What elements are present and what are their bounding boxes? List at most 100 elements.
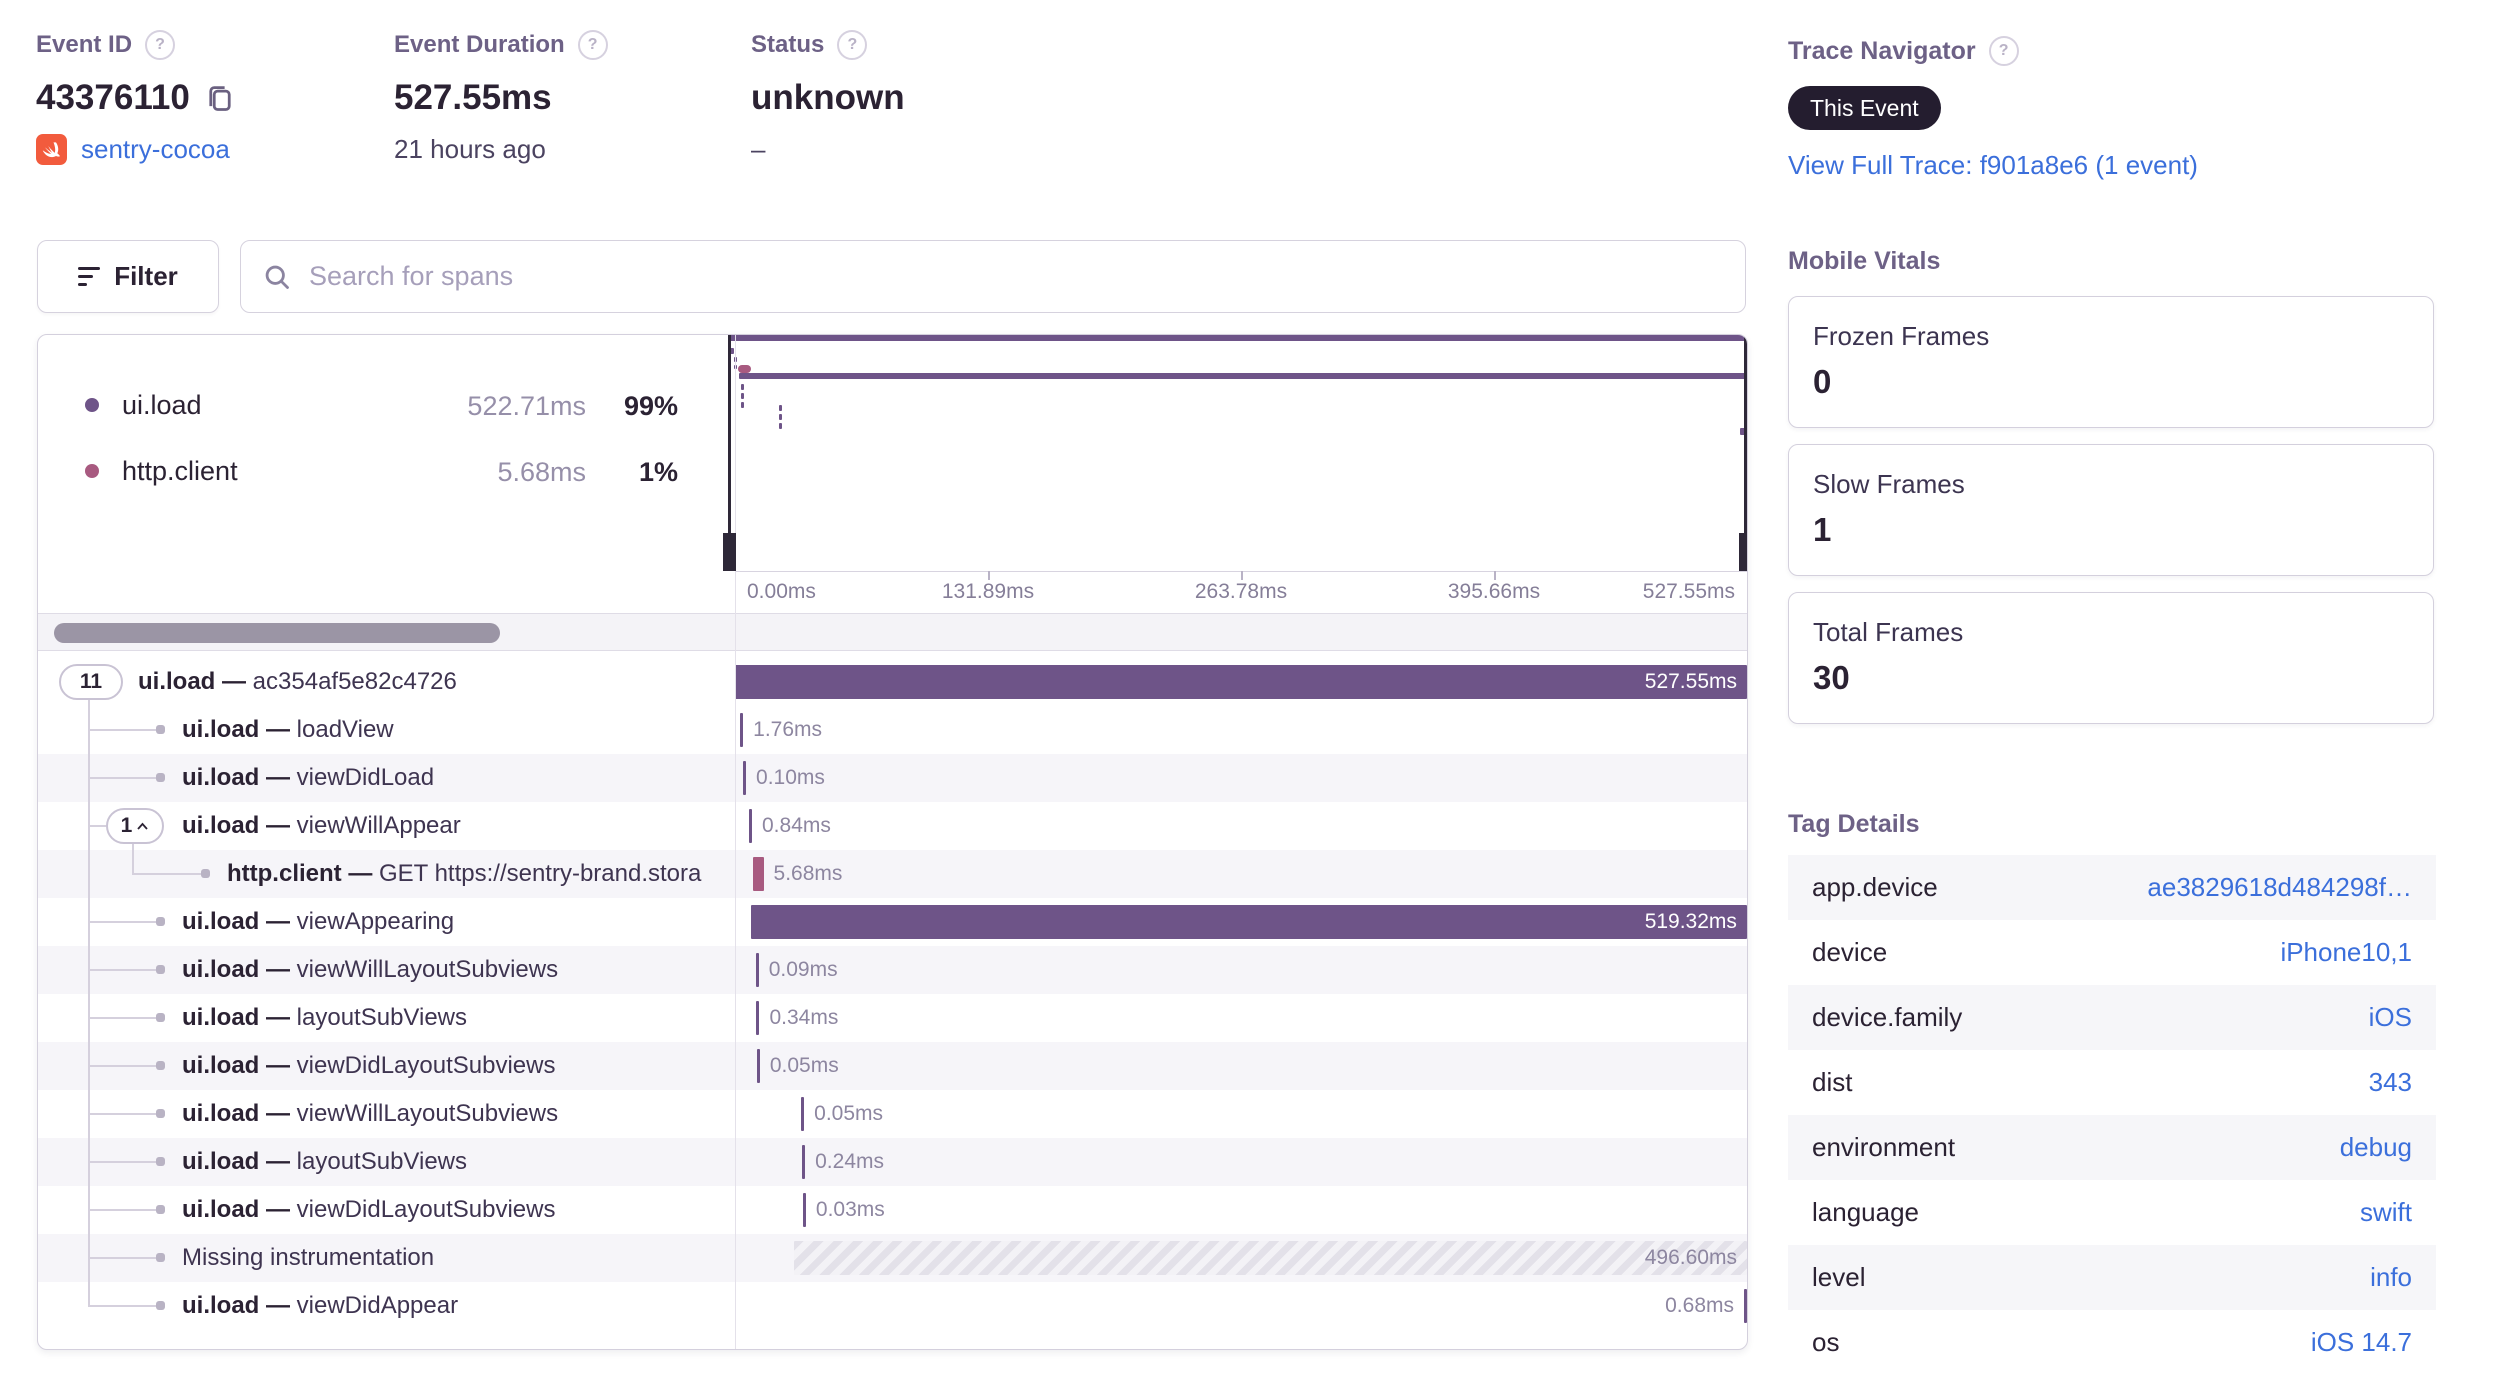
tree-connector-dot: [156, 725, 165, 734]
span-tree-row[interactable]: ui.load — viewWillLayoutSubviews 0.09ms: [38, 946, 1747, 994]
span-bar[interactable]: [1744, 1289, 1747, 1323]
axis-tick-label: 527.55ms: [1642, 580, 1735, 603]
span-tree-row[interactable]: Missing instrumentation 496.60ms: [38, 1234, 1747, 1282]
tree-connector-dot: [156, 1013, 165, 1022]
span-duration-label: 519.32ms: [1644, 910, 1737, 933]
span-label: ui.load — layoutSubViews: [182, 1148, 468, 1175]
tag-value-link[interactable]: iOS: [2369, 1002, 2412, 1033]
minimap-right-handle-grip[interactable]: [1739, 533, 1747, 571]
span-waterfall-card: ui.load 522.71ms 99% http.client 5.68ms 1% 0.…: [37, 334, 1748, 1350]
span-tree-row[interactable]: ui.load — viewDidLayoutSubviews 0.05ms: [38, 1042, 1747, 1090]
search-input[interactable]: [307, 260, 1723, 293]
this-event-badge: This Event: [1788, 86, 1941, 130]
span-tree-row[interactable]: ui.load — layoutSubViews 0.24ms: [38, 1138, 1747, 1186]
vital-label: Slow Frames: [1813, 469, 1965, 499]
span-tree-row[interactable]: http.client — GET https://sentry-brand.s…: [38, 850, 1747, 898]
axis-tick-mark: [1494, 571, 1496, 580]
span-duration-label: 0.09ms: [768, 958, 838, 981]
status-section: Status ? unknown –: [751, 30, 905, 165]
tag-key: level: [1812, 1262, 1866, 1292]
span-tree-row[interactable]: ui.load — viewWillLayoutSubviews 0.05ms: [38, 1090, 1747, 1138]
tag-row: device iPhone10,1: [1788, 920, 2436, 985]
tree-scrollbar-track[interactable]: [38, 613, 1747, 651]
span-bar[interactable]: [756, 1001, 760, 1035]
tree-connector-dot: [156, 1061, 165, 1070]
project-link[interactable]: sentry-cocoa: [81, 134, 230, 165]
event-id-label: Event ID: [36, 31, 133, 58]
tree-connector-stub: [88, 777, 158, 779]
axis-tick-label: 0.00ms: [747, 580, 816, 603]
event-time-ago: 21 hours ago: [394, 134, 546, 164]
minimap-span: [741, 384, 744, 390]
span-bar[interactable]: [756, 1049, 760, 1083]
axis-tick-mark: [988, 571, 990, 580]
span-bar[interactable]: 519.32ms: [750, 905, 1747, 939]
tag-key: os: [1812, 1327, 1840, 1357]
span-bar[interactable]: [749, 809, 752, 843]
tree-connector-stub: [88, 1305, 158, 1307]
tag-value-link[interactable]: info: [2370, 1262, 2412, 1293]
tag-value-link[interactable]: swift: [2360, 1197, 2412, 1228]
span-tree-row[interactable]: ui.load — layoutSubViews 0.34ms: [38, 994, 1747, 1042]
span-bar[interactable]: [802, 1193, 806, 1227]
span-duration-label: 0.10ms: [756, 766, 825, 789]
span-duration-label: 496.60ms: [1644, 1246, 1737, 1269]
copy-icon[interactable]: [206, 83, 234, 113]
span-label: ui.load — viewDidAppear: [182, 1292, 459, 1319]
span-bar[interactable]: [802, 1145, 806, 1179]
span-label: ui.load — viewDidLoad: [182, 764, 435, 791]
help-icon[interactable]: ?: [1988, 36, 2019, 66]
tag-key: device.family: [1812, 1002, 1963, 1032]
chevron-up-icon: [137, 822, 149, 830]
span-bar[interactable]: [755, 953, 759, 987]
span-bar[interactable]: [739, 713, 744, 747]
span-tree-row[interactable]: 1 ui.load — viewWillAppear 0.84ms: [38, 802, 1747, 850]
minimap-left-handle-grip[interactable]: [723, 533, 736, 571]
tag-value-link[interactable]: debug: [2340, 1132, 2412, 1163]
span-bar[interactable]: [743, 761, 747, 795]
tree-connector-dot: [156, 917, 165, 926]
axis-tick-label: 131.89ms: [941, 580, 1035, 603]
vital-card: Frozen Frames 0: [1788, 296, 2434, 428]
tag-value-link[interactable]: iOS 14.7: [2311, 1327, 2412, 1358]
span-tree-row[interactable]: 11 ui.load — ac354af5e82c4726 527.55ms: [38, 658, 1747, 706]
span-tree-row[interactable]: ui.load — viewDidLoad 0.10ms: [38, 754, 1747, 802]
span-bar[interactable]: 496.60ms: [794, 1241, 1747, 1275]
span-bar[interactable]: [801, 1097, 805, 1131]
span-tree-row[interactable]: ui.load — viewAppearing 519.32ms: [38, 898, 1747, 946]
span-bar[interactable]: 527.55ms: [735, 665, 1747, 699]
span-tree: 11 ui.load — ac354af5e82c4726 527.55ms ui.l…: [38, 658, 1747, 1330]
tree-connector-dot: [156, 773, 165, 782]
tag-value-link[interactable]: ae3829618d484298f…: [2147, 872, 2412, 903]
help-icon[interactable]: ?: [837, 30, 868, 60]
span-bar[interactable]: [752, 857, 764, 891]
legend-op-name: ui.load: [122, 389, 202, 420]
event-id-value: 43376110: [36, 78, 190, 117]
tag-row: level info: [1788, 1245, 2436, 1310]
tree-scrollbar-thumb[interactable]: [54, 623, 500, 643]
legend-duration: 522.71ms: [467, 391, 586, 421]
span-label: ui.load — viewWillLayoutSubviews: [182, 956, 559, 983]
span-tree-row[interactable]: ui.load — viewDidLayoutSubviews 0.03ms: [38, 1186, 1747, 1234]
filter-button[interactable]: Filter: [37, 240, 219, 313]
tree-connector-stub: [88, 1209, 158, 1211]
tree-connector-stub: [88, 1017, 158, 1019]
span-tree-row[interactable]: ui.load — viewDidAppear 0.68ms: [38, 1282, 1747, 1330]
tag-key: device: [1812, 937, 1888, 967]
view-full-trace-link[interactable]: View Full Trace: f901a8e6 (1 event): [1788, 150, 2198, 181]
span-label: ui.load — loadView: [182, 716, 394, 743]
mobile-vitals-title: Mobile Vitals: [1788, 247, 1941, 275]
tag-row: language swift: [1788, 1180, 2436, 1245]
span-count-pill[interactable]: 11: [59, 664, 123, 700]
status-label: Status: [751, 31, 825, 58]
help-icon[interactable]: ?: [577, 30, 608, 60]
minimap-span: [729, 335, 1746, 341]
span-count-pill[interactable]: 1: [106, 808, 164, 844]
tag-key: environment: [1812, 1132, 1956, 1162]
tag-value-link[interactable]: 343: [2369, 1067, 2412, 1098]
help-icon[interactable]: ?: [145, 30, 176, 60]
span-duration-label: 0.24ms: [815, 1150, 884, 1173]
tree-panel-divider[interactable]: [735, 335, 736, 1349]
span-tree-row[interactable]: ui.load — loadView 1.76ms: [38, 706, 1747, 754]
tag-value-link[interactable]: iPhone10,1: [2280, 937, 2412, 968]
